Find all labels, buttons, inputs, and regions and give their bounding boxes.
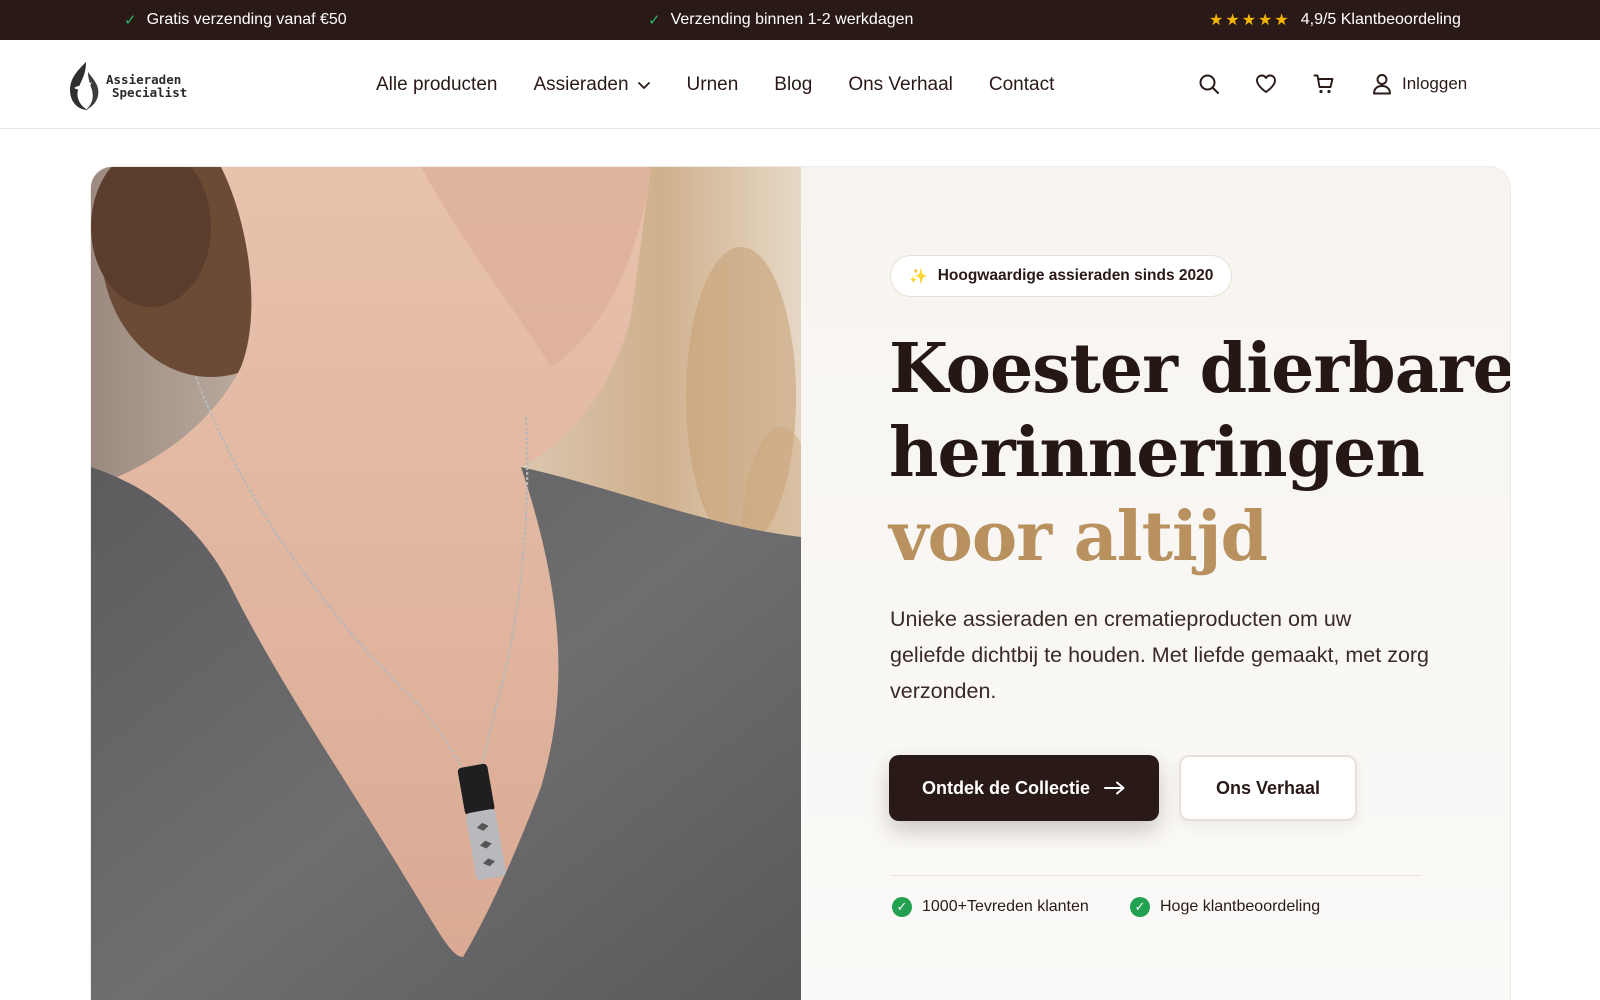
button-label: Ons Verhaal bbox=[1215, 777, 1321, 798]
site-header: Assieraden Specialist Alle producten Ass… bbox=[0, 40, 1600, 129]
necklace-model-illustration bbox=[91, 167, 801, 1000]
search-icon bbox=[1199, 74, 1219, 94]
cart-icon bbox=[1313, 74, 1334, 94]
discover-collection-button[interactable]: Ontdek de Collectie bbox=[889, 755, 1159, 821]
logo-line-2: Specialist bbox=[112, 85, 188, 100]
nav-item-contact[interactable]: Contact bbox=[989, 74, 1054, 96]
established-badge: ✨ Hoogwaardige assieraden sinds 2020 bbox=[890, 255, 1233, 297]
cart-button[interactable] bbox=[1310, 70, 1338, 98]
search-button[interactable] bbox=[1195, 70, 1223, 98]
nav-item-label: Blog bbox=[774, 73, 813, 95]
check-icon: ✓ bbox=[124, 12, 137, 29]
nav-item-ons-verhaal[interactable]: Ons Verhaal bbox=[848, 74, 953, 96]
star-rating-icon: ★★★★★ bbox=[1209, 12, 1291, 29]
hero-divider bbox=[890, 875, 1422, 876]
check-circle-icon: ✓ bbox=[892, 897, 912, 917]
announcement-rating: ★★★★★ 4,9/5 Klantbeoordeling bbox=[1209, 0, 1461, 40]
heart-icon bbox=[1256, 74, 1276, 93]
hero-subtitle: Unieke assieraden en crematieproducten o… bbox=[890, 607, 1430, 703]
announcement-text: 4,9/5 Klantbeoordeling bbox=[1300, 11, 1461, 28]
headline-accent: voor altijd bbox=[889, 497, 1268, 577]
hero-section: ✨ Hoogwaardige assieraden sinds 2020 Koe… bbox=[90, 166, 1511, 1000]
wishlist-button[interactable] bbox=[1252, 70, 1280, 98]
main-nav: Alle producten Assieraden Urnen Blog Ons… bbox=[376, 40, 1054, 129]
login-label: Inloggen bbox=[1402, 74, 1468, 93]
our-story-button[interactable]: Ons Verhaal bbox=[1179, 755, 1357, 821]
announcement-bar: ✓ Gratis verzending vanaf €50 ✓ Verzendi… bbox=[0, 0, 1600, 40]
badge-text: Hoogwaardige assieraden sinds 2020 bbox=[937, 267, 1214, 284]
announcement-free-shipping: ✓ Gratis verzending vanaf €50 bbox=[124, 0, 347, 40]
nav-item-label: Assieraden bbox=[533, 73, 629, 95]
trust-text: Hoge klantbeoordeling bbox=[1160, 898, 1321, 915]
hero-image-necklace-photo bbox=[91, 167, 801, 1000]
button-label: Ontdek de Collectie bbox=[921, 777, 1091, 798]
nav-item-urnen[interactable]: Urnen bbox=[687, 74, 739, 96]
announcement-text: Gratis verzending vanaf €50 bbox=[146, 11, 347, 28]
nav-item-all-products[interactable]: Alle producten bbox=[376, 74, 497, 96]
trust-item-customers: ✓ 1000+Tevreden klanten bbox=[892, 895, 1089, 919]
nav-item-label: Ons Verhaal bbox=[848, 73, 953, 95]
trust-item-rating: ✓ Hoge klantbeoordeling bbox=[1130, 895, 1320, 919]
user-icon bbox=[1373, 74, 1391, 95]
hero-headline: Koester dierbare herinneringen voor alti… bbox=[889, 327, 1511, 579]
logo-wordmark: Assieraden Specialist bbox=[106, 73, 187, 99]
site-logo[interactable]: Assieraden Specialist bbox=[64, 58, 187, 114]
sparkle-icon: ✨ bbox=[909, 268, 928, 285]
announcement-delivery-time: ✓ Verzending binnen 1-2 werkdagen bbox=[648, 0, 913, 40]
login-button[interactable]: Inloggen bbox=[1372, 68, 1467, 100]
nav-item-label: Alle producten bbox=[376, 73, 498, 95]
check-circle-icon: ✓ bbox=[1130, 897, 1150, 917]
nav-item-label: Contact bbox=[988, 73, 1055, 95]
check-icon: ✓ bbox=[648, 12, 661, 29]
headline-line-1: Koester dierbare bbox=[889, 329, 1511, 409]
dove-flame-logo-icon bbox=[70, 62, 99, 110]
announcement-text: Verzending binnen 1-2 werkdagen bbox=[670, 11, 914, 28]
chevron-down-icon bbox=[637, 81, 650, 89]
arrow-right-icon bbox=[1104, 781, 1125, 795]
headline-line-2: herinneringen bbox=[889, 413, 1425, 493]
nav-item-label: Urnen bbox=[686, 73, 739, 95]
nav-item-blog[interactable]: Blog bbox=[774, 74, 812, 96]
nav-item-assieraden[interactable]: Assieraden bbox=[533, 74, 650, 96]
trust-text: 1000+Tevreden klanten bbox=[922, 898, 1089, 915]
